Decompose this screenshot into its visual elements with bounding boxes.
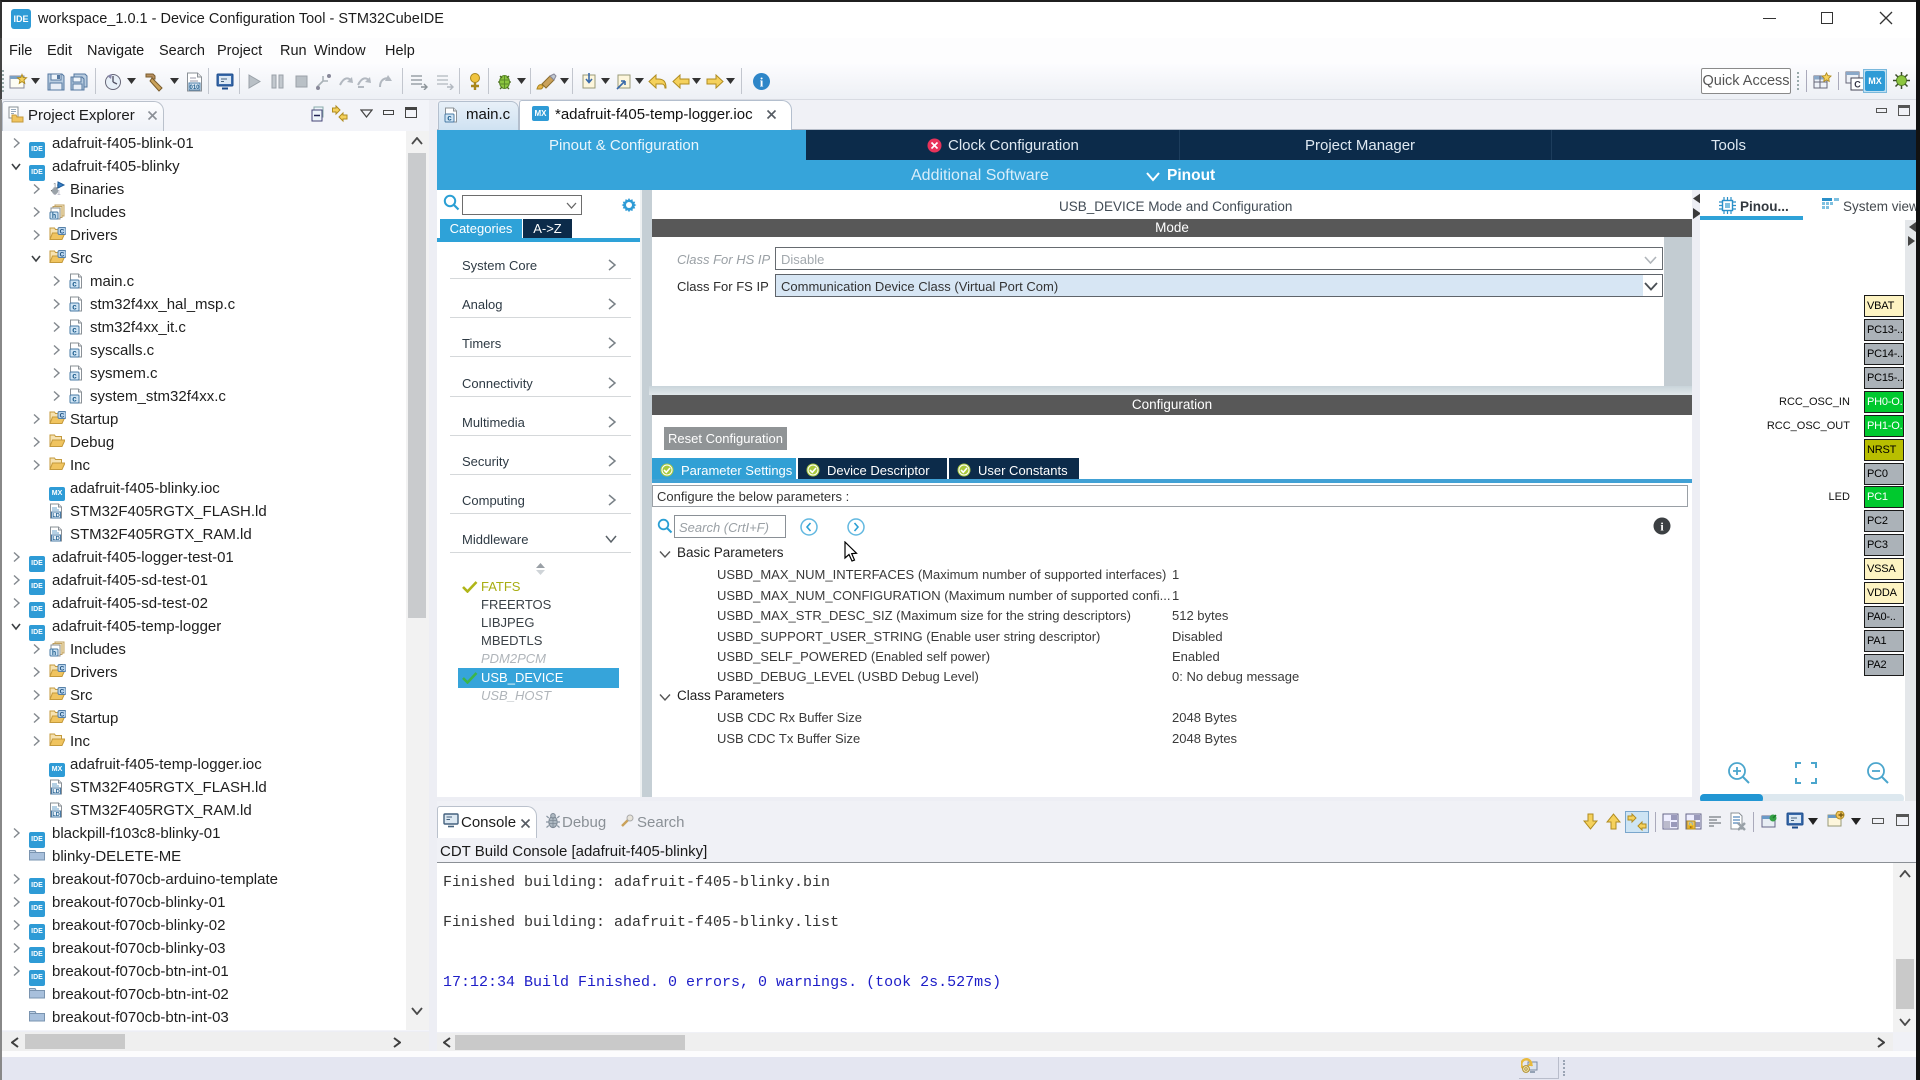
svg-text:LD: LD [52,812,59,818]
svg-text:c: c [72,325,77,334]
svg-text:c: c [72,302,77,311]
svg-text:C: C [60,251,65,258]
svg-text:🔒: 🔒 [1687,822,1696,830]
svg-text:h: h [52,213,56,220]
svg-text:c: c [72,371,77,380]
svg-text:C: C [60,228,65,235]
svg-text:C: C [60,665,65,672]
svg-text:C: C [60,711,65,718]
svg-text:h: h [52,650,56,657]
svg-text:LD: LD [52,789,59,795]
svg-text:c: c [72,348,77,357]
svg-text:LD: LD [52,536,59,542]
svg-text:i: i [760,75,764,90]
svg-text:c: c [72,394,77,403]
svg-text:C: C [60,412,65,419]
svg-text:c: c [72,279,77,288]
svg-text:010: 010 [189,85,200,91]
svg-text:C: C [1854,80,1861,90]
svg-text:c: c [447,114,452,123]
svg-text:LD: LD [52,513,59,519]
svg-text:C: C [60,688,65,695]
